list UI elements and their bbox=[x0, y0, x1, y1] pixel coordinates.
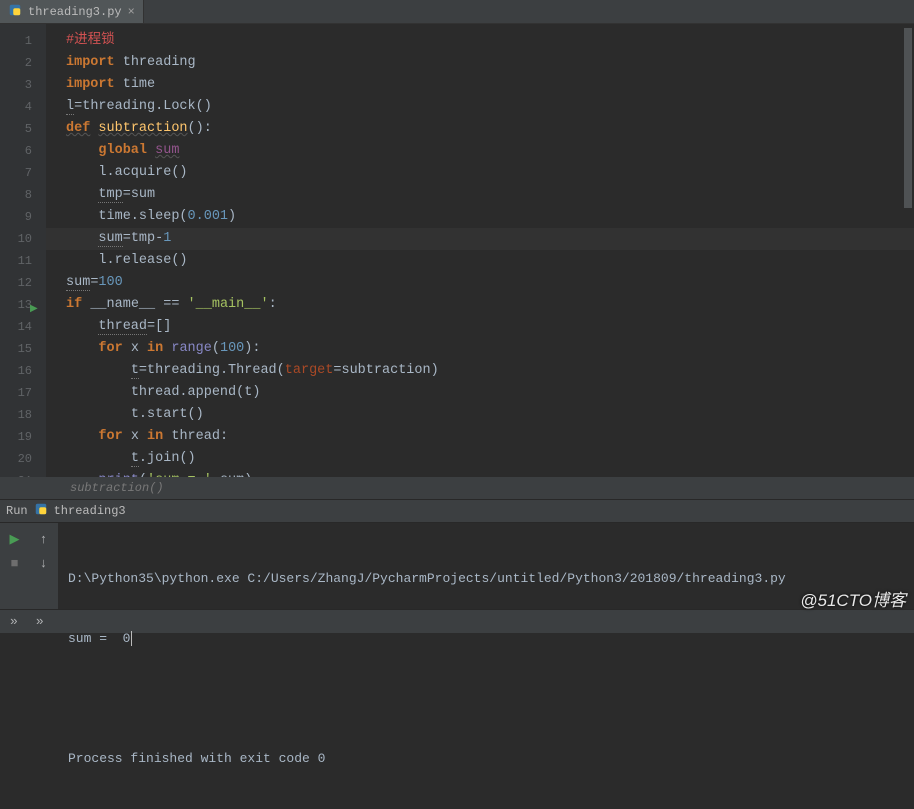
line-number: 9 bbox=[0, 206, 46, 228]
python-file-icon bbox=[8, 3, 22, 21]
line-number: 14 bbox=[0, 316, 46, 338]
line-number: 18 bbox=[0, 404, 46, 426]
code-line[interactable]: t.start() bbox=[66, 404, 914, 426]
line-number: 8 bbox=[0, 184, 46, 206]
code-line[interactable]: for x in range(100): bbox=[66, 338, 914, 360]
python-file-icon bbox=[34, 502, 48, 520]
scroll-up-button[interactable]: ↑ bbox=[34, 529, 54, 549]
code-line[interactable]: def subtraction(): bbox=[66, 118, 914, 140]
line-number: 5 bbox=[0, 118, 46, 140]
console-output[interactable]: D:\Python35\python.exe C:/Users/ZhangJ/P… bbox=[58, 523, 914, 609]
line-number: 15 bbox=[0, 338, 46, 360]
close-icon[interactable]: × bbox=[128, 5, 135, 19]
line-number: 10 bbox=[0, 228, 46, 250]
console-toolbar: ▶ ↑ ■ ↓ bbox=[0, 523, 58, 609]
stop-button[interactable]: ■ bbox=[5, 553, 25, 573]
line-number-gutter: 123456789101112▶131415161718192021 bbox=[0, 24, 46, 499]
line-number: 20 bbox=[0, 448, 46, 470]
code-line[interactable]: sum=tmp-1 bbox=[46, 228, 914, 250]
line-number: 16 bbox=[0, 360, 46, 382]
run-toolwindow-header: Run threading3 bbox=[0, 499, 914, 523]
code-line[interactable]: global sum bbox=[66, 140, 914, 162]
line-number: 6 bbox=[0, 140, 46, 162]
console-exit-line: Process finished with exit code 0 bbox=[68, 749, 904, 769]
console-output-line: sum = 0 bbox=[68, 629, 904, 649]
expand-icon-2[interactable]: » bbox=[36, 614, 44, 629]
line-number: 19 bbox=[0, 426, 46, 448]
line-number: 12 bbox=[0, 272, 46, 294]
line-number: 11 bbox=[0, 250, 46, 272]
code-line[interactable]: import threading bbox=[66, 52, 914, 74]
expand-icon[interactable]: » bbox=[10, 614, 18, 629]
code-line[interactable]: if __name__ == '__main__': bbox=[66, 294, 914, 316]
breadcrumb: subtraction() bbox=[0, 477, 914, 499]
code-line[interactable]: t=threading.Thread(target=subtraction) bbox=[66, 360, 914, 382]
run-label: Run bbox=[6, 504, 28, 518]
tab-filename: threading3.py bbox=[28, 5, 122, 19]
code-line[interactable]: l=threading.Lock() bbox=[66, 96, 914, 118]
code-line[interactable]: l.release() bbox=[66, 250, 914, 272]
console-command-line: D:\Python35\python.exe C:/Users/ZhangJ/P… bbox=[68, 569, 904, 589]
run-config-name: threading3 bbox=[54, 504, 126, 518]
code-line[interactable]: import time bbox=[66, 74, 914, 96]
code-line[interactable]: t.join() bbox=[66, 448, 914, 470]
tab-threading3[interactable]: threading3.py × bbox=[0, 0, 144, 23]
editor-scrollbar[interactable] bbox=[904, 28, 912, 208]
line-number: 17 bbox=[0, 382, 46, 404]
run-console: ▶ ↑ ■ ↓ D:\Python35\python.exe C:/Users/… bbox=[0, 523, 914, 609]
code-line[interactable]: #进程锁 bbox=[66, 30, 914, 52]
rerun-button[interactable]: ▶ bbox=[5, 529, 25, 549]
code-editor[interactable]: 123456789101112▶131415161718192021 #进程锁i… bbox=[0, 24, 914, 499]
code-line[interactable]: tmp=sum bbox=[66, 184, 914, 206]
code-line[interactable]: thread=[] bbox=[66, 316, 914, 338]
code-line[interactable]: l.acquire() bbox=[66, 162, 914, 184]
code-line[interactable]: sum=100 bbox=[66, 272, 914, 294]
line-number: 1 bbox=[0, 30, 46, 52]
scroll-down-button[interactable]: ↓ bbox=[34, 553, 54, 573]
code-area[interactable]: #进程锁import threadingimport timel=threadi… bbox=[46, 24, 914, 499]
code-line[interactable]: for x in thread: bbox=[66, 426, 914, 448]
line-number: 4 bbox=[0, 96, 46, 118]
run-gutter-icon[interactable]: ▶ bbox=[30, 299, 38, 321]
line-number: 2 bbox=[0, 52, 46, 74]
code-line[interactable]: thread.append(t) bbox=[66, 382, 914, 404]
line-number: 13 bbox=[0, 294, 46, 316]
editor-tabbar: threading3.py × bbox=[0, 0, 914, 24]
watermark: @51CTO博客 bbox=[800, 586, 906, 611]
code-line[interactable]: time.sleep(0.001) bbox=[66, 206, 914, 228]
line-number: 3 bbox=[0, 74, 46, 96]
line-number: 7 bbox=[0, 162, 46, 184]
